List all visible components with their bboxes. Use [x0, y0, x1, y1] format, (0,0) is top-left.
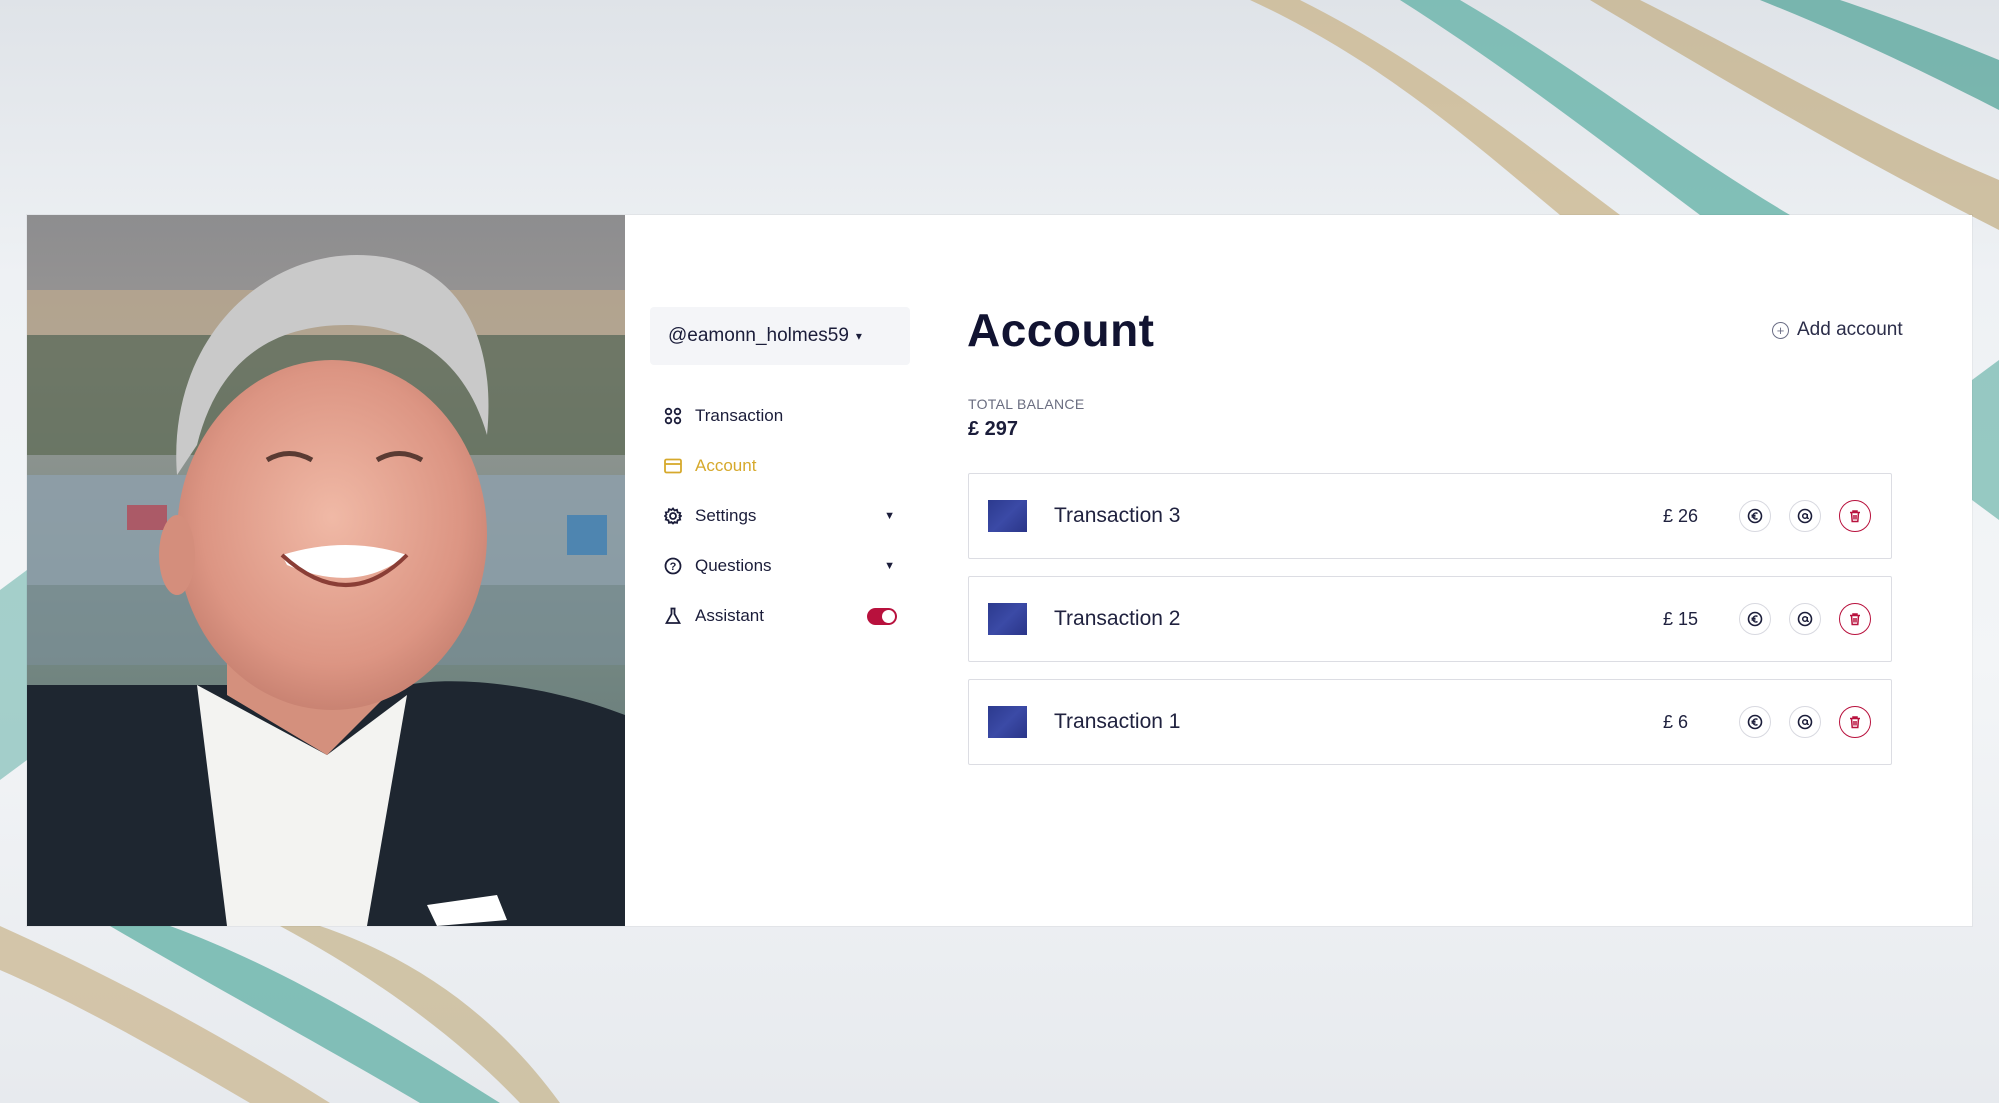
user-handle: @eamonn_holmes59 — [668, 325, 849, 346]
sidebar-item-label: Settings — [695, 506, 757, 525]
page-title: Account — [967, 304, 1155, 356]
grid-icon — [663, 406, 683, 426]
assistant-toggle[interactable] — [867, 607, 897, 625]
at-sign-icon[interactable] — [1789, 500, 1821, 532]
sidebar-item-account[interactable]: Account — [663, 441, 903, 491]
card-icon — [663, 456, 683, 476]
transaction-thumbnail — [988, 500, 1027, 532]
transaction-actions — [1739, 603, 1871, 635]
sidebar-item-transaction[interactable]: Transaction — [663, 391, 903, 441]
at-sign-icon[interactable] — [1789, 706, 1821, 738]
chevron-down-icon[interactable]: ▼ — [884, 510, 895, 522]
user-account-dropdown[interactable]: @eamonn_holmes59 ▾ — [650, 307, 910, 365]
at-sign-icon[interactable] — [1789, 603, 1821, 635]
plus-circle-icon: + — [1772, 321, 1789, 339]
gear-icon — [663, 506, 683, 526]
transaction-name: Transaction 3 — [1054, 504, 1181, 527]
add-account-button[interactable]: + Add account — [1772, 319, 1903, 341]
presenter-image — [27, 215, 625, 926]
broadcast-frame: @eamonn_holmes59 ▾ Transaction Account S… — [27, 215, 1972, 926]
total-balance-value: £ 297 — [968, 418, 1019, 440]
sidebar-item-label: Transaction — [695, 406, 784, 425]
transaction-list: Transaction 3 £ 26 Transaction 2 £ 15 Tr… — [968, 473, 1892, 782]
transaction-row[interactable]: Transaction 3 £ 26 — [968, 473, 1892, 559]
add-account-label: Add account — [1797, 319, 1903, 340]
euro-icon[interactable] — [1739, 500, 1771, 532]
euro-icon[interactable] — [1739, 706, 1771, 738]
sidebar-item-label: Account — [695, 456, 757, 475]
sidebar-item-questions[interactable]: ? Questions ▼ — [663, 541, 903, 591]
transaction-row[interactable]: Transaction 2 £ 15 — [968, 576, 1892, 662]
chevron-down-icon: ▾ — [855, 329, 862, 343]
trash-icon[interactable] — [1839, 500, 1871, 532]
transaction-row[interactable]: Transaction 1 £ 6 — [968, 679, 1892, 765]
trash-icon[interactable] — [1839, 706, 1871, 738]
question-icon: ? — [663, 556, 683, 576]
presenter-video — [27, 215, 625, 926]
transaction-actions — [1739, 500, 1871, 532]
flask-icon — [663, 606, 683, 626]
transaction-amount: £ 15 — [1663, 608, 1699, 629]
trash-icon[interactable] — [1839, 603, 1871, 635]
sidebar-item-settings[interactable]: Settings ▼ — [663, 491, 903, 541]
sidebar-item-assistant[interactable]: Assistant — [663, 591, 903, 641]
transaction-name: Transaction 1 — [1054, 710, 1181, 733]
svg-text:?: ? — [670, 561, 677, 573]
euro-icon[interactable] — [1739, 603, 1771, 635]
sidebar-item-label: Questions — [695, 556, 772, 575]
transaction-name: Transaction 2 — [1054, 607, 1181, 630]
transaction-amount: £ 26 — [1663, 505, 1699, 526]
transaction-thumbnail — [988, 603, 1027, 635]
transaction-actions — [1739, 706, 1871, 738]
sidebar-item-label: Assistant — [695, 606, 764, 625]
sidebar-nav: Transaction Account Settings ▼ ? Questio — [663, 391, 903, 641]
transaction-amount: £ 6 — [1663, 711, 1689, 732]
banking-app: @eamonn_holmes59 ▾ Transaction Account S… — [625, 215, 1972, 926]
transaction-thumbnail — [988, 706, 1027, 738]
total-balance-label: TOTAL BALANCE — [968, 396, 1085, 412]
chevron-down-icon[interactable]: ▼ — [884, 560, 895, 572]
